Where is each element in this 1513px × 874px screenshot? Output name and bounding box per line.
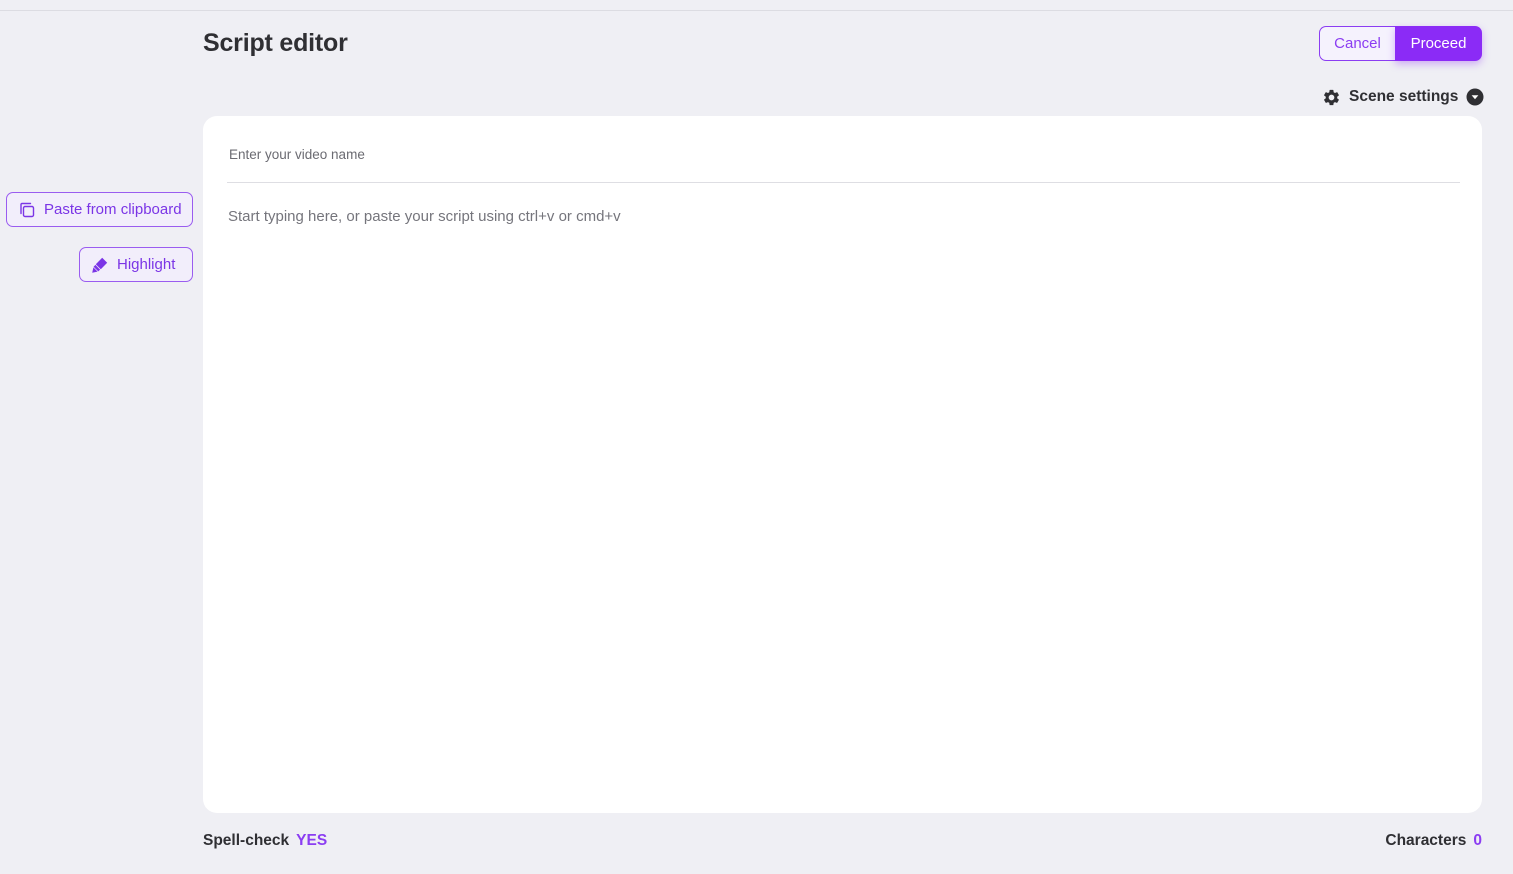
highlighter-icon	[91, 256, 109, 274]
gear-icon	[1322, 88, 1341, 107]
cancel-button[interactable]: Cancel	[1319, 26, 1395, 61]
editor-divider	[227, 182, 1460, 183]
editor-card	[203, 116, 1482, 813]
highlight-label: Highlight	[117, 256, 176, 273]
video-name-input[interactable]	[228, 143, 1459, 165]
spellcheck-status: Spell-check YES	[203, 832, 327, 850]
characters-value: 0	[1473, 832, 1482, 849]
scene-settings-toggle[interactable]: Scene settings	[1322, 86, 1484, 108]
top-divider	[0, 0, 1513, 11]
scene-settings-label: Scene settings	[1349, 88, 1459, 105]
paste-from-clipboard-button[interactable]: Paste from clipboard	[6, 192, 193, 227]
copy-icon	[18, 201, 36, 219]
paste-from-clipboard-label: Paste from clipboard	[44, 201, 182, 218]
header-actions: Cancel Proceed	[1319, 26, 1482, 61]
character-count: Characters 0	[1385, 832, 1482, 850]
spellcheck-label: Spell-check	[203, 832, 290, 849]
chevron-down-circle-icon	[1466, 88, 1484, 106]
spellcheck-toggle[interactable]: YES	[296, 832, 327, 850]
proceed-button[interactable]: Proceed	[1395, 26, 1482, 61]
characters-label: Characters	[1385, 832, 1467, 849]
script-textarea[interactable]	[228, 208, 1458, 788]
highlight-button[interactable]: Highlight	[79, 247, 193, 282]
page-title: Script editor	[203, 29, 348, 57]
